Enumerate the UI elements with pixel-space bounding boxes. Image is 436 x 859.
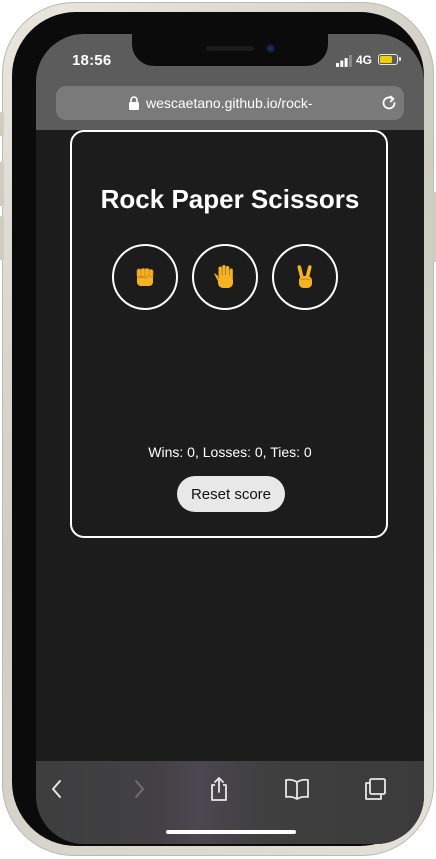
rock-button[interactable] <box>112 244 178 310</box>
battery-level <box>380 56 392 63</box>
front-camera-icon <box>266 44 275 53</box>
phone-screen: 18:56 4G wescaetano.github.io/rock- Rock… <box>36 34 424 844</box>
phone-bezel: 18:56 4G wescaetano.github.io/rock- Rock… <box>12 12 424 846</box>
victory-hand-icon <box>297 265 312 288</box>
browser-address-area: wescaetano.github.io/rock- <box>36 82 424 130</box>
forward-icon[interactable] <box>126 775 152 803</box>
network-type: 4G <box>356 53 373 67</box>
battery-icon <box>378 54 398 65</box>
side-button-mute <box>0 112 4 136</box>
speaker-grille <box>206 46 254 51</box>
reload-icon[interactable] <box>380 94 398 112</box>
tabs-icon[interactable] <box>362 775 388 803</box>
back-icon[interactable] <box>44 775 70 803</box>
reset-score-button[interactable]: Reset score <box>177 476 285 512</box>
side-button-volume-up <box>0 162 4 206</box>
bookmarks-icon[interactable] <box>284 775 310 803</box>
raised-hand-icon <box>214 265 233 288</box>
page-title: Rock Paper Scissors <box>100 184 360 214</box>
fist-icon <box>136 268 154 286</box>
cellular-signal-icon <box>336 55 352 67</box>
scissors-button[interactable] <box>272 244 338 310</box>
side-button-volume-down <box>0 216 4 260</box>
home-indicator[interactable] <box>166 830 296 834</box>
phone-frame: 18:56 4G wescaetano.github.io/rock- Rock… <box>0 2 436 856</box>
notch <box>132 34 328 66</box>
share-icon[interactable] <box>206 775 232 803</box>
score-text: Wins: 0, Losses: 0, Ties: 0 <box>148 444 312 460</box>
battery-cap <box>399 57 401 61</box>
address-bar[interactable]: wescaetano.github.io/rock- <box>56 86 404 120</box>
address-url: wescaetano.github.io/rock- <box>146 95 313 111</box>
paper-button[interactable] <box>192 244 258 310</box>
status-time: 18:56 <box>72 52 112 69</box>
lock-icon <box>129 96 139 110</box>
side-button-power <box>432 192 436 262</box>
